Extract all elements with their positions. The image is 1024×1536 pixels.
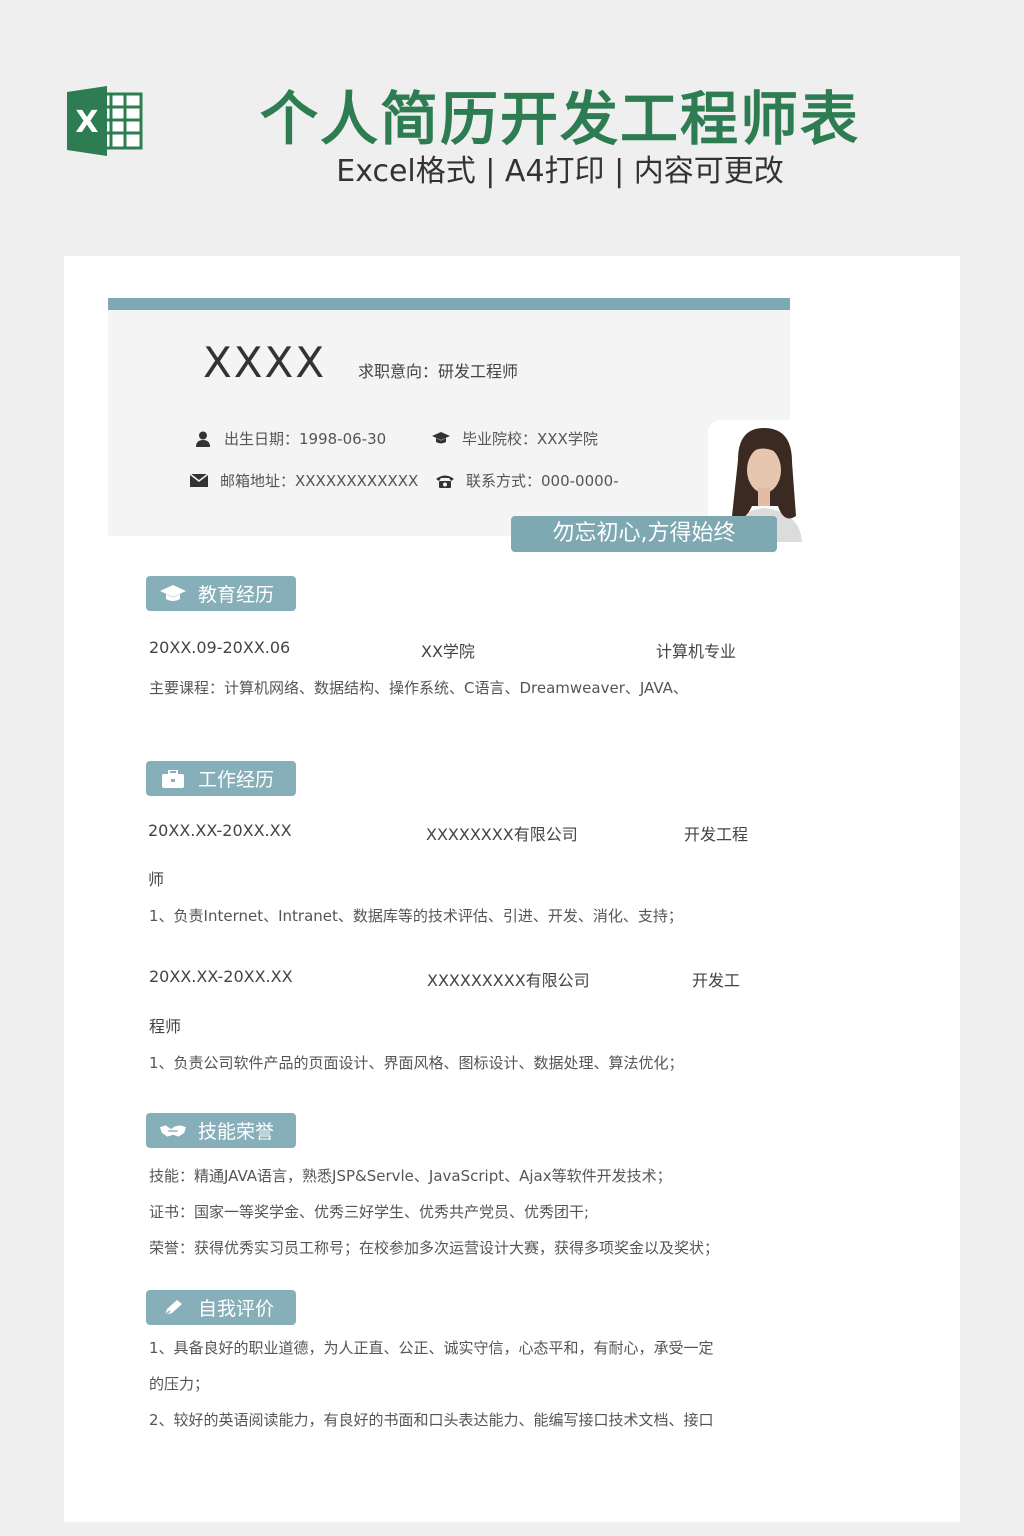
email-info: 邮箱地址：XXXXXXXXXXXX — [190, 470, 418, 491]
work-date: 20XX.XX-20XX.XX — [149, 967, 293, 986]
work-role-wrap: 师 — [148, 870, 165, 889]
resume-paper: XXXX 求职意向：研发工程师 出生日期：1998-06-30 毕业院校：XXX… — [64, 256, 960, 1522]
education-major: 计算机专业 — [656, 642, 737, 661]
work-company: XXXXXXXX有限公司 — [426, 825, 578, 844]
resume-header: XXXX 求职意向：研发工程师 出生日期：1998-06-30 毕业院校：XXX… — [108, 310, 821, 542]
self-evaluation-line: 1、具备良好的职业道德，为人正直、公正、诚实守信，心态平和，有耐心，承受一定 — [149, 1339, 714, 1357]
education-date: 20XX.09-20XX.06 — [149, 638, 291, 657]
pen-icon — [160, 1298, 186, 1318]
section-title-self-evaluation: 自我评价 — [146, 1290, 296, 1325]
work-role: 开发工 — [692, 971, 741, 990]
section-title-work: 工作经历 — [146, 761, 296, 796]
birth-text: 出生日期：1998-06-30 — [224, 430, 387, 448]
section-title-label: 工作经历 — [198, 769, 275, 791]
envelope-icon — [190, 473, 208, 489]
email-text: 邮箱地址：XXXXXXXXXXXX — [220, 472, 419, 490]
phone-text: 联系方式：000-0000- — [466, 472, 619, 490]
handshake-icon — [160, 1121, 186, 1141]
excel-logo-letter: X — [75, 105, 98, 140]
work-date: 20XX.XX-20XX.XX — [148, 821, 292, 840]
section-title-label: 教育经历 — [198, 584, 275, 606]
candidate-name: XXXX — [203, 338, 327, 387]
certificates-line: 证书：国家一等奖学金、优秀三好学生、优秀共产党员、优秀团干; — [149, 1203, 590, 1221]
section-title-label: 自我评价 — [198, 1298, 275, 1320]
education-school: XX学院 — [421, 642, 475, 661]
job-intent: 求职意向：研发工程师 — [358, 362, 519, 381]
self-evaluation-line: 2、较好的英语阅读能力，有良好的书面和口头表达能力、能编写接口技术文档、接口 — [149, 1411, 714, 1429]
birth-info: 出生日期：1998-06-30 — [194, 428, 386, 449]
honors-line: 荣誉：获得优秀实习员工称号；在校参加多次运营设计大赛，获得多项奖金以及奖状； — [149, 1239, 720, 1257]
briefcase-icon — [160, 769, 186, 789]
work-description: 1、负责Internet、Intranet、数据库等的技术评估、引进、开发、消化… — [149, 907, 683, 925]
motto-badge: 勿忘初心,方得始终 — [511, 516, 777, 552]
education-courses: 主要课程：计算机网络、数据结构、操作系统、C语言、Dreamweaver、JAV… — [149, 679, 688, 697]
graduation-cap-icon — [432, 431, 450, 447]
skills-line: 技能：精通JAVA语言，熟悉JSP&Servle、JavaScript、Ajax… — [149, 1167, 672, 1185]
work-company: XXXXXXXXX有限公司 — [427, 971, 590, 990]
self-evaluation-line: 的压力； — [149, 1375, 210, 1393]
banner-title: 个人简历开发工程师表 — [259, 85, 860, 153]
banner: X 个人简历开发工程师表 Excel格式 | A4打印 | 内容可更改 — [0, 0, 1024, 256]
phone-icon — [436, 473, 454, 489]
excel-icon: X — [67, 86, 143, 156]
section-title-label: 技能荣誉 — [198, 1121, 275, 1143]
work-role: 开发工程 — [684, 825, 749, 844]
person-icon — [194, 431, 212, 447]
work-description: 1、负责公司软件产品的页面设计、界面风格、图标设计、数据处理、算法优化； — [149, 1054, 684, 1072]
phone-info: 联系方式：000-0000- — [436, 470, 619, 491]
banner-subtitle: Excel格式 | A4打印 | 内容可更改 — [336, 154, 784, 189]
section-title-education: 教育经历 — [146, 576, 296, 611]
graduation-cap-icon — [160, 584, 186, 604]
school-text: 毕业院校：XXX学院 — [462, 430, 598, 448]
school-info: 毕业院校：XXX学院 — [432, 428, 598, 449]
header-accent-bar — [108, 298, 790, 310]
section-title-skills: 技能荣誉 — [146, 1113, 296, 1148]
work-role-wrap: 程师 — [149, 1017, 182, 1036]
